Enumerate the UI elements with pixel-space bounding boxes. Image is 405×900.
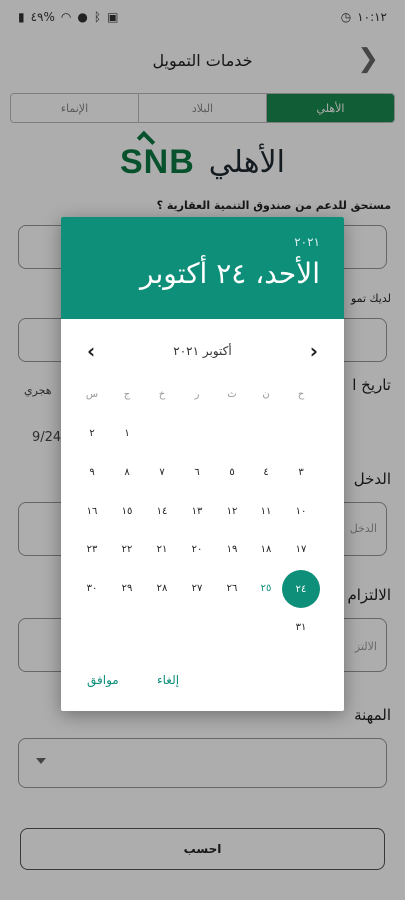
cancel-button[interactable]: إلغاء [157,673,179,687]
calendar-day[interactable]: ٣ [287,467,315,478]
weekday-label: ر [194,389,200,400]
calendar-day[interactable]: ١٩ [218,544,246,555]
calendar-day[interactable]: ١٠ [287,506,315,517]
calendar-day[interactable]: ٢٧ [183,583,211,594]
selected-date: الأحد، ٢٤ أكتوبر [140,257,320,290]
calendar-day[interactable]: ٩ [78,467,106,478]
calendar-day[interactable]: ٢٣ [78,544,106,555]
calendar-day[interactable]: ٤ [252,467,280,478]
weekday-label: ث [227,389,237,400]
calendar-day[interactable]: ١١ [252,506,280,517]
calendar-day[interactable]: ٦ [183,467,211,478]
calendar-day[interactable]: ٨ [113,467,141,478]
calendar-day[interactable]: ١٢ [218,506,246,517]
calendar-day[interactable]: ٢٢ [113,544,141,555]
calendar-day[interactable]: ٢٥ [252,583,280,594]
ok-button[interactable]: موافق [87,673,119,687]
calendar-day[interactable]: ٣٠ [78,583,106,594]
calendar-day[interactable]: ٢١ [148,544,176,555]
weekday-label: خ [158,389,166,400]
weekday-label: ن [262,389,270,400]
calendar-day[interactable]: ١٣ [183,506,211,517]
dialog-actions: موافق إلغاء [61,671,344,691]
calendar-day[interactable]: ٥ [218,467,246,478]
calendar-day[interactable]: ٢٦ [218,583,246,594]
calendar-day[interactable]: ١٤ [148,506,176,517]
calendar-day[interactable]: ١ [113,428,141,439]
weekday-label: ح [297,389,305,400]
month-navigation: ‹ أكتوبر ٢٠٢١ › [61,335,344,365]
calendar-day[interactable]: ٢٩ [113,583,141,594]
calendar-day[interactable]: ١٧ [287,544,315,555]
weekday-label: س [85,389,99,400]
calendar-day[interactable]: ١٨ [252,544,280,555]
calendar-day[interactable]: ٢٨ [148,583,176,594]
calendar-day[interactable]: ٢ [78,428,106,439]
calendar-day[interactable]: ٢٠ [183,544,211,555]
calendar-day[interactable]: ٢٤ [282,570,320,609]
calendar-day[interactable]: ٧ [148,467,176,478]
date-picker-header: ٢٠٢١ الأحد، ٢٤ أكتوبر [61,217,344,319]
calendar-day[interactable]: ٣١ [287,622,315,633]
calendar-day[interactable]: ١٥ [113,506,141,517]
next-month-chevron-icon[interactable]: › [310,339,318,363]
date-picker-dialog: ٢٠٢١ الأحد، ٢٤ أكتوبر ‹ أكتوبر ٢٠٢١ › حن… [61,217,344,711]
month-label: أكتوبر ٢٠٢١ [173,344,232,358]
calendar-day[interactable]: ١٦ [78,506,106,517]
selected-year[interactable]: ٢٠٢١ [294,235,320,249]
weekday-label: ج [123,389,131,400]
